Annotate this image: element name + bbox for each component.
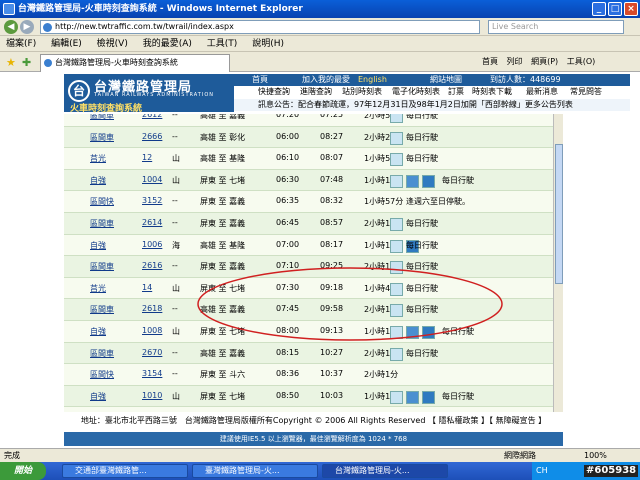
menu-tools[interactable]: 工具(T) bbox=[201, 36, 244, 52]
menu-help[interactable]: 說明(H) bbox=[246, 36, 290, 52]
add-favorite-icon[interactable]: ✚ bbox=[22, 56, 31, 69]
favorites-star-icon[interactable]: ★ bbox=[6, 56, 16, 69]
maximize-button[interactable]: □ bbox=[608, 2, 622, 16]
taskbar-item[interactable]: 臺灣鐵路管理局-火... bbox=[192, 464, 318, 478]
page-menu[interactable]: 網頁(P) bbox=[531, 57, 558, 66]
zoom-level[interactable]: 100% bbox=[584, 449, 607, 462]
status-bar: 完成 網際網路 100% bbox=[0, 448, 640, 462]
address-row: ◀ ▶ http://new.twtraffic.com.tw/twrail/i… bbox=[0, 18, 640, 36]
tab-current[interactable]: 台灣鐵路管理局-火車時刻查詢系統 bbox=[40, 54, 230, 72]
tools-menu[interactable]: 工具(O) bbox=[567, 57, 596, 66]
menu-file[interactable]: 檔案(F) bbox=[0, 36, 42, 52]
window-titlebar: 台灣鐵路管理局-火車時刻查詢系統 - Windows Internet Expl… bbox=[0, 0, 640, 18]
taskbar: 開始 交通部臺灣鐵路管... 臺灣鐵路管理局-火... 台灣鐵路管理局-火...… bbox=[0, 462, 640, 480]
back-button[interactable]: ◀ bbox=[4, 20, 18, 34]
forward-button[interactable]: ▶ bbox=[20, 20, 34, 34]
close-button[interactable]: × bbox=[624, 2, 638, 16]
image-stamp: #605938 bbox=[584, 465, 639, 477]
page-icon bbox=[44, 59, 52, 67]
address-input[interactable]: http://new.twtraffic.com.tw/twrail/index… bbox=[40, 20, 480, 34]
menu-bar: 檔案(F) 編輯(E) 檢視(V) 我的最愛(A) 工具(T) 說明(H) bbox=[0, 36, 640, 52]
print-button[interactable]: 列印 bbox=[507, 57, 523, 66]
tab-bar: ★ ✚ 台灣鐵路管理局-火車時刻查詢系統 首頁 列印 網頁(P) 工具(O) bbox=[0, 52, 640, 72]
menu-view[interactable]: 檢視(V) bbox=[91, 36, 134, 52]
tab-label: 台灣鐵路管理局-火車時刻查詢系統 bbox=[55, 58, 178, 67]
menu-favorites[interactable]: 我的最愛(A) bbox=[137, 36, 198, 52]
page-icon bbox=[43, 23, 52, 32]
menu-edit[interactable]: 編輯(E) bbox=[45, 36, 88, 52]
taskbar-item-active[interactable]: 台灣鐵路管理局-火... bbox=[322, 464, 448, 478]
taskbar-item[interactable]: 交通部臺灣鐵路管... bbox=[62, 464, 188, 478]
home-button[interactable]: 首頁 bbox=[482, 57, 498, 66]
status-text: 完成 bbox=[4, 451, 20, 460]
command-bar: 首頁 列印 網頁(P) 工具(O) bbox=[482, 55, 601, 69]
security-zone: 網際網路 bbox=[504, 451, 536, 460]
address-url: http://new.twtraffic.com.tw/twrail/index… bbox=[55, 22, 234, 31]
web-page: 台 台灣鐵路管理局 TAIWAN RAILWAYS ADMINISTRATION… bbox=[0, 72, 640, 448]
minimize-button[interactable]: _ bbox=[592, 2, 606, 16]
window-title: 台灣鐵路管理局-火車時刻查詢系統 - Windows Internet Expl… bbox=[18, 4, 303, 14]
highlight-ellipse bbox=[197, 267, 503, 341]
search-input[interactable]: Live Search bbox=[488, 20, 624, 34]
start-button[interactable]: 開始 bbox=[0, 462, 46, 480]
ie-icon bbox=[3, 3, 15, 15]
